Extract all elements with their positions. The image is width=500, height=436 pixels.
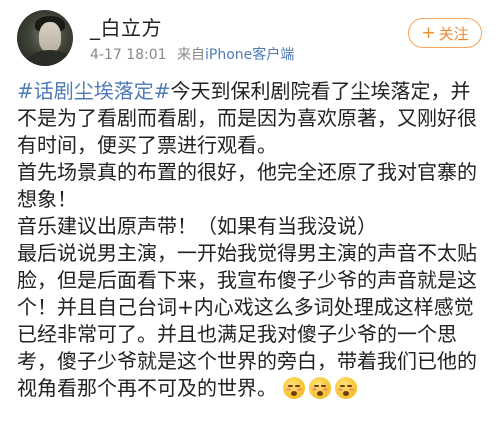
post-date: 4-17 18:01: [90, 47, 167, 63]
source-app-link[interactable]: iPhone客户端: [205, 47, 294, 63]
source-prefix: 来自: [177, 47, 206, 63]
hashtag-link[interactable]: #话剧尘埃落定#: [17, 79, 171, 103]
follow-label: 关注: [438, 24, 469, 43]
paragraph-4-text: 最后说说男主演，一开始我觉得男主演的声音不太贴脸，但是后面看下来，我宣布傻子少爷…: [17, 241, 477, 400]
post-meta: 4-17 18:01 来自iPhone客户端: [90, 44, 294, 64]
flushed-face-icon: [309, 377, 331, 399]
post-header: _白立方 4-17 18:01 来自iPhone客户端 + 关注: [0, 0, 500, 78]
avatar-face: [39, 22, 61, 52]
paragraph-2: 首先场景真的布置的很好，他完全还原了我对官寨的想象！: [17, 160, 477, 211]
post-body: #话剧尘埃落定#今天到保利剧院看了尘埃落定，并不是为了看剧而看剧，而是因为喜欢原…: [17, 78, 487, 406]
paragraph-4: 最后说说男主演，一开始我觉得男主演的声音不太贴脸，但是后面看下来，我宣布傻子少爷…: [17, 240, 487, 406]
paragraph-3: 音乐建议出原声带！（如果有当我没说）: [17, 214, 377, 238]
username[interactable]: _白立方: [90, 12, 162, 41]
avatar[interactable]: [17, 10, 73, 66]
flushed-face-icon: [335, 377, 357, 399]
emoji-row: [283, 377, 361, 406]
paragraph-1: #话剧尘埃落定#今天到保利剧院看了尘埃落定，并不是为了看剧而看剧，而是因为喜欢原…: [17, 78, 487, 159]
flushed-face-icon: [283, 377, 305, 399]
avatar-shoulder: [25, 50, 73, 66]
follow-button[interactable]: + 关注: [408, 18, 482, 48]
plus-icon: +: [421, 22, 436, 43]
